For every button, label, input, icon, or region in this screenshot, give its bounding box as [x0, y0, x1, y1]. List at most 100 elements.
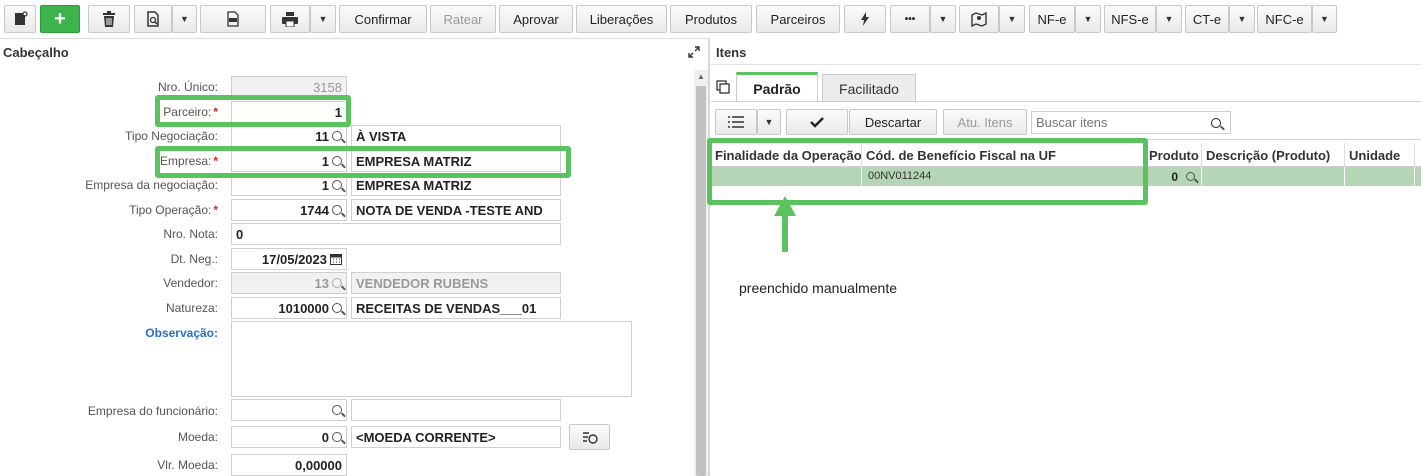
col-unidade[interactable]: Unidade — [1345, 143, 1415, 167]
cell-unidade[interactable] — [1345, 167, 1415, 186]
divider — [711, 64, 1421, 65]
natureza-label: Natureza: — [165, 301, 218, 315]
col-descricao[interactable]: Descrição (Produto) — [1202, 143, 1345, 167]
delete-button[interactable] — [88, 5, 130, 33]
itens-title: Itens — [716, 44, 747, 60]
lightning-button[interactable] — [844, 5, 886, 33]
nfce-dropdown[interactable]: ▼ — [1312, 5, 1337, 33]
chevron-down-icon: ▼ — [1007, 14, 1017, 24]
nfe-dropdown[interactable]: ▼ — [1075, 5, 1101, 33]
scroll-up-arrow-icon[interactable]: ▲ — [694, 70, 708, 84]
vendedor-label: Vendedor: — [163, 276, 218, 290]
copy-icon[interactable] — [716, 80, 730, 94]
map-button[interactable] — [959, 5, 999, 33]
search-icon[interactable] — [332, 180, 342, 190]
more-button[interactable]: ••• — [890, 5, 930, 33]
map-icon — [971, 11, 987, 27]
trash-icon — [103, 11, 115, 27]
cte-button[interactable]: CT-e — [1185, 5, 1229, 33]
search-icon[interactable] — [332, 303, 342, 313]
list-icon — [728, 116, 744, 128]
printer-icon — [282, 11, 298, 27]
liberacoes-button[interactable]: Liberações — [576, 5, 667, 33]
nfe-button[interactable]: NF-e — [1029, 5, 1075, 33]
chevron-down-icon: ▼ — [180, 14, 189, 24]
chevron-down-icon: ▼ — [938, 14, 948, 24]
descartar-button[interactable]: Descartar — [849, 109, 937, 135]
add-button[interactable]: + — [40, 5, 80, 33]
tipo-negociacao-label: Tipo Negociação: — [125, 129, 218, 143]
more-dropdown[interactable]: ▼ — [930, 5, 956, 33]
search-icon[interactable] — [332, 405, 342, 415]
list-view-dropdown[interactable]: ▼ — [757, 109, 781, 135]
xml-button[interactable] — [200, 5, 266, 33]
moeda-field[interactable]: 0 — [231, 426, 347, 448]
empresa-funcionario-field[interactable] — [231, 399, 347, 421]
search-icon[interactable] — [332, 432, 342, 442]
dt-neg-field[interactable]: 17/05/2023 — [231, 248, 347, 270]
moeda-desc: <MOEDA CORRENTE> — [351, 426, 561, 448]
atu-itens-button[interactable]: Atu. Itens — [943, 109, 1027, 135]
tipo-negociacao-field[interactable]: 11 — [231, 125, 347, 147]
tab-facilitado[interactable]: Facilitado — [822, 74, 916, 102]
new-document-button[interactable] — [4, 5, 36, 33]
empresa-funcionario-label: Empresa do funcionário: — [87, 404, 218, 418]
cell-descricao[interactable] — [1202, 167, 1345, 186]
search-icon[interactable] — [332, 131, 342, 141]
tipo-operacao-field[interactable]: 1744 — [231, 199, 347, 221]
list-view-button[interactable] — [715, 109, 757, 135]
nfce-button[interactable]: NFC-e — [1257, 5, 1312, 33]
aprovar-button[interactable]: Aprovar — [499, 5, 573, 33]
cte-dropdown[interactable]: ▼ — [1229, 5, 1255, 33]
produtos-button[interactable]: Produtos — [670, 5, 752, 33]
print-dropdown[interactable]: ▼ — [310, 5, 336, 33]
tab-padrao[interactable]: Padrão — [736, 72, 818, 102]
cell-produto[interactable]: 0 — [1145, 167, 1202, 186]
scrollbar-thumb[interactable] — [696, 86, 706, 476]
divider — [0, 38, 708, 39]
search-icon[interactable] — [1186, 172, 1195, 181]
natureza-field[interactable]: 1010000 — [231, 297, 347, 319]
nfse-button[interactable]: NFS-e — [1104, 5, 1156, 33]
tipo-operacao-desc: NOTA DE VENDA -TESTE AND — [351, 199, 561, 221]
nro-unico-label: Nro. Único: — [157, 80, 218, 94]
scrollbar[interactable]: ▲ — [694, 70, 708, 476]
ratear-button[interactable]: Ratear — [430, 5, 496, 33]
chevron-down-icon: ▼ — [1320, 14, 1329, 24]
observacao-textarea[interactable] — [231, 321, 632, 397]
vlr-moeda-field[interactable]: 0,00000 — [231, 454, 347, 476]
dt-neg-label: Dt. Neg.: — [170, 252, 218, 266]
panel-splitter[interactable] — [708, 38, 710, 476]
col-produto[interactable]: Produto — [1145, 143, 1202, 167]
search-icon[interactable] — [332, 205, 342, 215]
observacao-label: Observação: — [145, 326, 218, 340]
empresa-funcionario-desc — [351, 399, 561, 421]
document-icon — [15, 11, 28, 25]
confirm-item-button[interactable] — [786, 109, 848, 135]
report-dropdown[interactable]: ▼ — [172, 5, 197, 33]
nro-nota-field[interactable]: 0 — [231, 223, 561, 245]
chevron-down-icon: ▼ — [1237, 14, 1247, 24]
cabecalho-title: Cabeçalho — [3, 44, 69, 60]
calendar-icon[interactable] — [330, 253, 342, 265]
xml-file-icon — [227, 11, 239, 27]
currency-button[interactable] — [569, 424, 610, 450]
map-dropdown[interactable]: ▼ — [999, 5, 1025, 33]
search-icon[interactable] — [1211, 117, 1221, 128]
tipo-operacao-label: Tipo Operação: * — [129, 203, 218, 217]
search-items-input[interactable] — [1032, 115, 1208, 130]
divider — [711, 101, 1421, 102]
print-button[interactable] — [270, 5, 310, 33]
empresa-highlight — [155, 146, 571, 178]
confirmar-button[interactable]: Confirmar — [339, 5, 427, 33]
empresa-negociacao-label: Empresa da negociação: — [85, 178, 218, 192]
chevron-down-icon: ▼ — [764, 117, 774, 127]
parceiros-button[interactable]: Parceiros — [756, 5, 840, 33]
parceiro-highlight — [155, 95, 351, 127]
report-button[interactable] — [134, 5, 172, 33]
expand-icon[interactable] — [688, 46, 700, 58]
report-search-icon — [147, 11, 159, 27]
nfse-dropdown[interactable]: ▼ — [1156, 5, 1182, 33]
lightning-icon — [861, 12, 869, 26]
search-items-field[interactable] — [1031, 111, 1231, 134]
